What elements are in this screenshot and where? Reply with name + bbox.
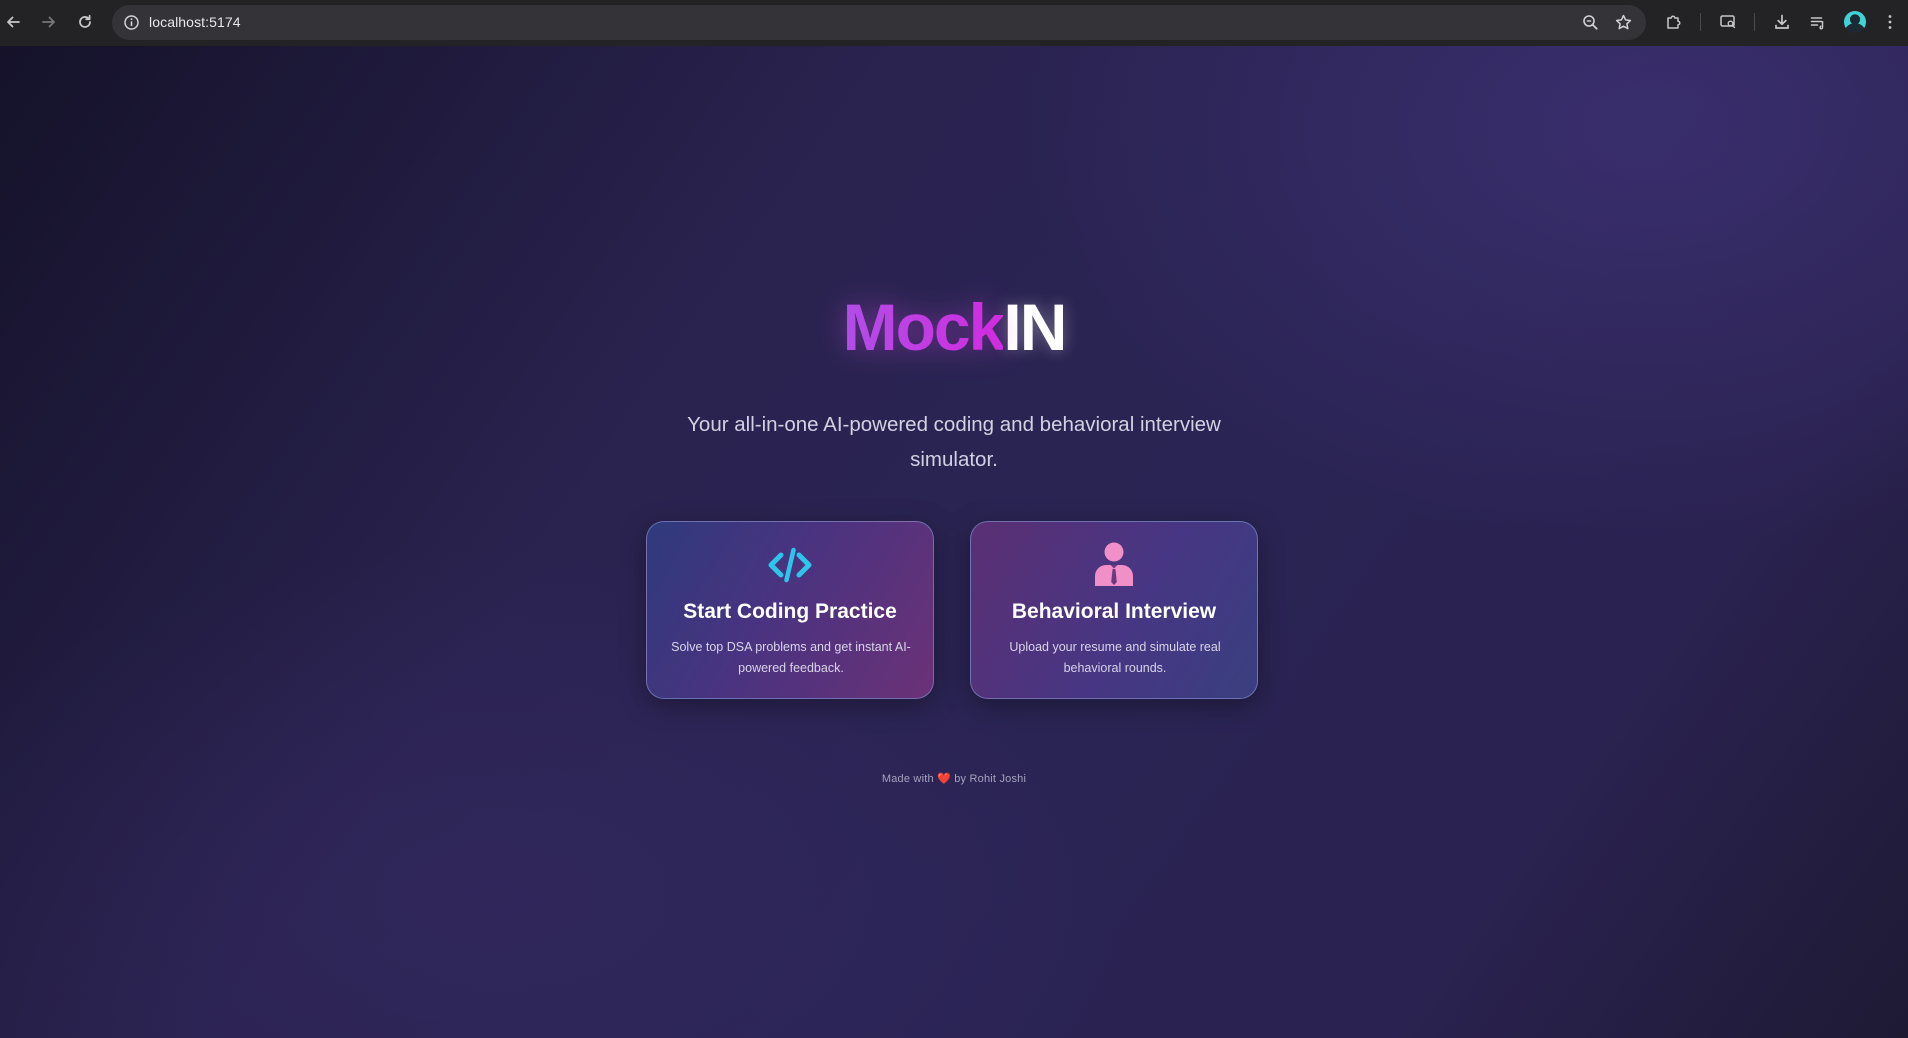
brand-logo-mock: Mock xyxy=(842,290,1006,364)
download-icon xyxy=(1775,14,1789,29)
zoom-icon[interactable] xyxy=(1581,13,1600,32)
star-icon[interactable] xyxy=(1614,13,1633,32)
puzzle-icon xyxy=(1667,15,1681,29)
card-description: Upload your resume and simulate real beh… xyxy=(1009,640,1221,675)
landing-page: MockIN Your all-in-one AI-powered coding… xyxy=(0,46,1908,1038)
extensions-button[interactable] xyxy=(1663,11,1685,33)
code-icon xyxy=(647,542,933,588)
back-button[interactable] xyxy=(2,11,24,33)
footer-prefix: Made with xyxy=(881,773,934,785)
coding-practice-card[interactable]: Start Coding Practice Solve top DSA prob… xyxy=(646,521,934,699)
person-tie-icon xyxy=(971,542,1257,588)
reload-button[interactable] xyxy=(74,11,96,33)
forward-button[interactable] xyxy=(38,11,60,33)
footer-credit: Made with ❤️ by Rohit Joshi xyxy=(0,772,1908,785)
card-description: Solve top DSA problems and get instant A… xyxy=(671,640,911,675)
tab-search-button[interactable] xyxy=(1717,11,1739,33)
avatar[interactable] xyxy=(1844,11,1866,33)
toolbar-divider xyxy=(1700,13,1701,31)
footer-author: by Rohit Joshi xyxy=(954,773,1027,785)
card-title: Start Coding Practice xyxy=(683,600,897,623)
address-bar[interactable]: localhost:5174 xyxy=(112,5,1646,40)
arrow-right-icon xyxy=(42,16,55,28)
reload-icon xyxy=(79,14,91,28)
behavioral-interview-card[interactable]: Behavioral Interview Upload your resume … xyxy=(970,521,1258,699)
brand-logo-in: IN xyxy=(1003,290,1067,364)
heart-icon: ❤️ xyxy=(937,773,951,785)
tagline: Your all-in-one AI-powered coding and be… xyxy=(687,413,1221,471)
arrow-left-icon xyxy=(7,16,20,28)
reading-list-icon xyxy=(1810,17,1824,30)
card-title: Behavioral Interview xyxy=(1011,600,1217,623)
reading-list-button[interactable] xyxy=(1807,11,1829,33)
brand-logo: MockIN xyxy=(0,294,1908,360)
browser-menu-button[interactable] xyxy=(1879,11,1901,33)
downloads-button[interactable] xyxy=(1771,11,1793,33)
toolbar-divider xyxy=(1754,13,1755,31)
info-icon[interactable] xyxy=(122,13,141,32)
url-text[interactable]: localhost:5174 xyxy=(149,14,241,30)
kebab-menu-icon xyxy=(1888,15,1892,29)
browser-toolbar: localhost:5174 xyxy=(0,0,1908,46)
tab-search-icon xyxy=(1720,15,1736,29)
